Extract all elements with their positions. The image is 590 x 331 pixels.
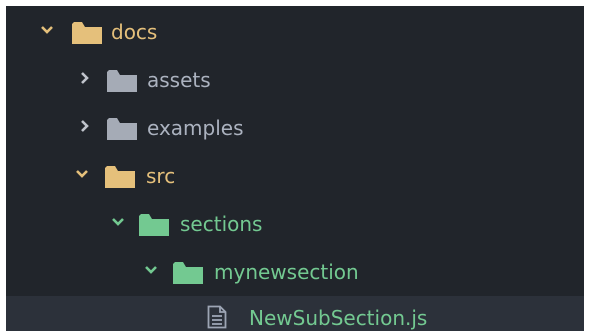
tree-item-mynewsection[interactable]: mynewsection: [6, 250, 584, 294]
chevron-down-icon[interactable]: [143, 262, 159, 278]
tree-item-label-mynewsection: mynewsection: [214, 260, 359, 284]
chevron-down-icon[interactable]: [39, 22, 55, 38]
folder-icon: [72, 22, 102, 44]
tree-item-label-assets: assets: [147, 68, 211, 92]
folder-icon: [107, 118, 137, 140]
tree-item-docs[interactable]: docs: [6, 10, 584, 54]
tree-item-label-src: src: [146, 164, 176, 188]
tree-item-newsubsection-js[interactable]: NewSubSection.js: [6, 296, 584, 331]
folder-icon: [173, 262, 203, 284]
file-text-icon: [207, 305, 227, 329]
tree-item-assets[interactable]: assets: [6, 58, 584, 102]
tree-item-label-examples: examples: [147, 116, 244, 140]
folder-icon: [107, 70, 137, 92]
tree-item-label-docs: docs: [111, 20, 158, 44]
tree-item-src[interactable]: src: [6, 154, 584, 198]
chevron-down-icon[interactable]: [110, 214, 126, 230]
chevron-right-icon[interactable]: [77, 70, 93, 86]
tree-item-label-newsubsection-js: NewSubSection.js: [249, 306, 428, 330]
folder-icon: [139, 214, 169, 236]
folder-icon: [105, 166, 135, 188]
tree-item-sections[interactable]: sections: [6, 202, 584, 246]
tree-item-examples[interactable]: examples: [6, 106, 584, 150]
file-explorer-tree: docs assets examples src sections mynews…: [6, 6, 584, 331]
tree-item-label-sections: sections: [180, 212, 263, 236]
chevron-right-icon[interactable]: [77, 118, 93, 134]
chevron-down-icon[interactable]: [74, 166, 90, 182]
